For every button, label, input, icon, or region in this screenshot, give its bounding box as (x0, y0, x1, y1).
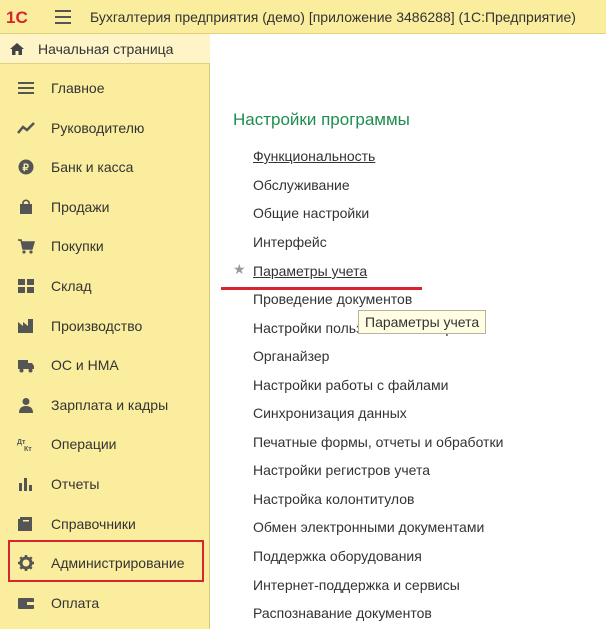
link-general-settings[interactable]: Общие настройки (253, 205, 369, 221)
link-document-recognition[interactable]: Распознавание документов (253, 605, 432, 621)
warehouse-grid-icon (18, 279, 34, 293)
shopping-cart-icon (18, 239, 35, 254)
svg-text:1С: 1С (6, 8, 28, 27)
trend-chart-icon (17, 122, 35, 134)
sidebar-item-label: Оплата (51, 595, 100, 611)
sidebar-item-production[interactable]: Производство (0, 307, 210, 345)
link-equipment[interactable]: Поддержка оборудования (253, 548, 422, 564)
section-title: Настройки программы (233, 110, 410, 129)
home-label: Начальная страница (38, 41, 174, 57)
sidebar-item-reports[interactable]: Отчеты (0, 465, 210, 503)
sidebar-item-label: Склад (51, 278, 92, 294)
link-internet-support[interactable]: Интернет-поддержка и сервисы (253, 577, 460, 593)
tooltip: Параметры учета (358, 310, 487, 334)
link-register-settings[interactable]: Настройки регистров учета (253, 462, 430, 478)
link-functionality[interactable]: Функциональность (253, 148, 375, 164)
debit-credit-icon: ДтКт (17, 439, 32, 452)
link-header-footer[interactable]: Настройка колонтитулов (253, 491, 414, 507)
link-organizer[interactable]: Органайзер (253, 348, 329, 364)
svg-text:Дт: Дт (17, 439, 26, 446)
sidebar-item-label: Справочники (51, 516, 136, 532)
truck-icon (18, 360, 34, 373)
sidebar-item-label: Отчеты (51, 476, 100, 492)
link-edi[interactable]: Обмен электронными документами (253, 519, 484, 535)
list-icon (18, 82, 34, 94)
sidebar-item-label: Руководителю (51, 120, 145, 136)
wallet-icon (18, 598, 34, 609)
sidebar-item-warehouse[interactable]: Склад (0, 267, 210, 305)
sidebar-item-label: Покупки (51, 238, 104, 254)
main-panel: Настройки программы Функциональность Обс… (211, 34, 606, 629)
sidebar-item-label: Банк и касса (51, 159, 134, 175)
sidebar: Начальная страница Главное Руководителю … (0, 34, 210, 629)
title-bar: 1С Бухгалтерия предприятия (демо) [прило… (0, 0, 606, 34)
bar-chart-icon (19, 478, 32, 491)
window-title: Бухгалтерия предприятия (демо) [приложен… (90, 9, 576, 25)
sidebar-home[interactable]: Начальная страница (0, 34, 210, 64)
home-icon (10, 43, 24, 55)
accounting-parameters-underline-marker (221, 287, 422, 290)
sidebar-item-purchases[interactable]: Покупки (0, 227, 210, 265)
sidebar-item-label: Производство (51, 318, 143, 334)
shopping-bag-icon (20, 199, 32, 214)
link-document-posting[interactable]: Проведение документов (253, 291, 412, 307)
svg-text:₽: ₽ (23, 163, 30, 174)
menu-burger-icon[interactable] (55, 10, 71, 24)
sidebar-item-operations[interactable]: Дт Кт Операции (0, 425, 210, 463)
books-icon (18, 517, 32, 531)
sidebar-item-sales[interactable]: Продажи (0, 188, 210, 226)
sidebar-item-label: Главное (51, 80, 105, 96)
sidebar-item-fixed-assets[interactable]: ОС и НМА (0, 346, 210, 384)
sidebar-item-main[interactable]: Главное (0, 69, 210, 107)
link-accounting-parameters[interactable]: Параметры учета (253, 263, 367, 279)
sidebar-item-catalogs[interactable]: Справочники (0, 505, 210, 543)
administration-highlight-frame (8, 540, 204, 582)
link-maintenance[interactable]: Обслуживание (253, 177, 350, 193)
link-print-forms[interactable]: Печатные формы, отчеты и обработки (253, 434, 503, 450)
sidebar-item-label: Операции (51, 436, 117, 452)
link-interface[interactable]: Интерфейс (253, 234, 327, 250)
sidebar-item-manager[interactable]: Руководителю (0, 109, 210, 147)
sidebar-item-payment[interactable]: Оплата (0, 584, 210, 622)
link-data-sync[interactable]: Синхронизация данных (253, 405, 407, 421)
sidebar-item-label: Продажи (51, 199, 110, 215)
person-icon (19, 398, 33, 413)
factory-icon (18, 319, 33, 333)
sidebar-item-bank[interactable]: ₽ Банк и касса (0, 148, 210, 186)
svg-text:Кт: Кт (24, 446, 32, 452)
1c-logo: 1С (6, 8, 28, 27)
sidebar-item-label: Зарплата и кадры (51, 397, 169, 413)
ruble-coin-icon: ₽ (18, 159, 34, 175)
favorite-star-icon[interactable]: ★ (233, 261, 246, 278)
sidebar-item-label: ОС и НМА (51, 357, 119, 373)
link-file-settings[interactable]: Настройки работы с файлами (253, 377, 448, 393)
sidebar-item-salary[interactable]: Зарплата и кадры (0, 386, 210, 424)
